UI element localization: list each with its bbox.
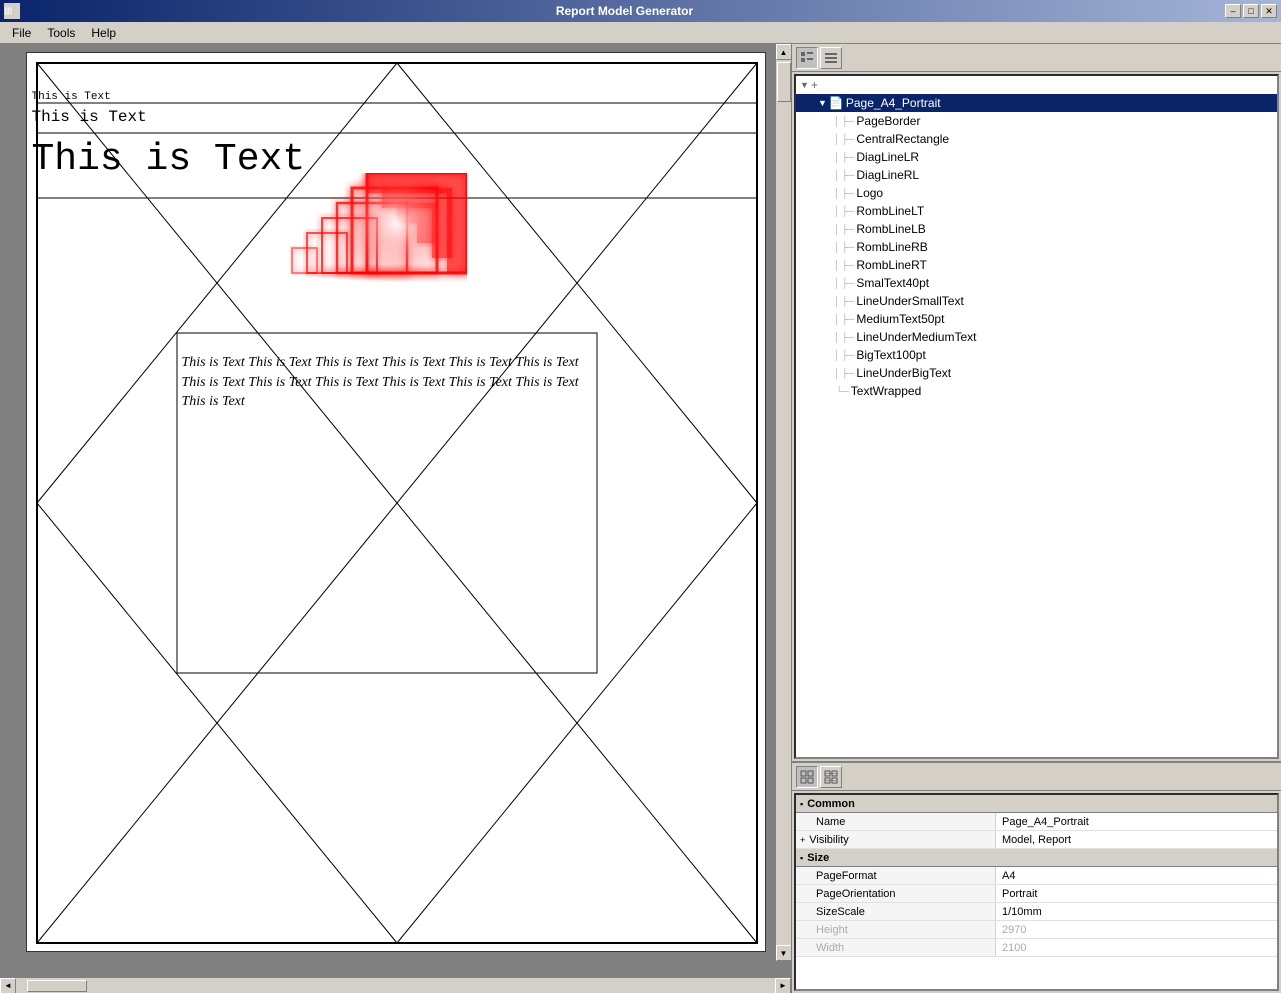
prop-sizescale-label: SizeScale bbox=[796, 903, 996, 920]
app-icon: ⊞ bbox=[4, 3, 20, 19]
prop-name-row: Name Page_A4_Portrait bbox=[796, 813, 1277, 831]
tree-item-romblinerb[interactable]: │ ├─ RombLineRB bbox=[796, 238, 1277, 256]
tree-item-smalltext[interactable]: │ ├─ SmalText40pt bbox=[796, 274, 1277, 292]
canvas-container: This is Text This is Text This is Text T… bbox=[0, 44, 791, 977]
prop-pageorientation-value: Portrait bbox=[996, 885, 1277, 902]
prop-height-value: 2970 bbox=[996, 921, 1277, 938]
prop-sizescale-value: 1/10mm bbox=[996, 903, 1277, 920]
scroll-right-button[interactable]: ► bbox=[775, 978, 791, 993]
main-layout: This is Text This is Text This is Text T… bbox=[0, 44, 1281, 993]
maximize-button[interactable]: □ bbox=[1243, 4, 1259, 18]
horizontal-scrollbar[interactable]: ◄ ► bbox=[0, 977, 791, 993]
menu-help[interactable]: Help bbox=[83, 24, 124, 42]
prop-height-row: Height 2970 bbox=[796, 921, 1277, 939]
prop-width-value: 2100 bbox=[996, 939, 1277, 956]
tree-item-bigtext[interactable]: │ ├─ BigText100pt bbox=[796, 346, 1277, 364]
tree-item-pageborder[interactable]: │ ├─ PageBorder bbox=[796, 112, 1277, 130]
canvas-scroll-area[interactable]: This is Text This is Text This is Text T… bbox=[0, 44, 791, 977]
tree-toolbar bbox=[792, 44, 1281, 72]
tree-item-textwrapped[interactable]: └─ TextWrapped bbox=[796, 382, 1277, 400]
tree-item-romblinelb[interactable]: │ ├─ RombLineLB bbox=[796, 220, 1277, 238]
prop-name-label: Name bbox=[796, 813, 996, 830]
tree-item-lineundermedium[interactable]: │ ├─ LineUnderMediumText bbox=[796, 328, 1277, 346]
props-list-button[interactable] bbox=[820, 766, 842, 788]
properties-toolbar bbox=[792, 763, 1281, 791]
props-section-size[interactable]: ▪ Size bbox=[796, 849, 1277, 867]
size-expand-icon: ▪ bbox=[800, 853, 803, 863]
prop-pageformat-value: A4 bbox=[996, 867, 1277, 884]
app-title: Report Model Generator bbox=[24, 4, 1225, 18]
tree-item-page-a4-portrait[interactable]: ▼ 📄 Page_A4_Portrait bbox=[796, 94, 1277, 112]
props-section-common[interactable]: ▪ Common bbox=[796, 795, 1277, 813]
prop-visibility-value: Model, Report bbox=[996, 831, 1277, 848]
list-view-button[interactable] bbox=[820, 47, 842, 69]
common-expand-icon: ▪ bbox=[800, 799, 803, 809]
tree-item-mediumtext[interactable]: │ ├─ MediumText50pt bbox=[796, 310, 1277, 328]
properties-content: ▪ Common Name Page_A4_Portrait + Visibil… bbox=[794, 793, 1279, 991]
scroll-down-button[interactable]: ▼ bbox=[776, 945, 792, 961]
vertical-scrollbar[interactable]: ▲ ▼ bbox=[775, 44, 791, 961]
close-button[interactable]: ✕ bbox=[1261, 4, 1277, 18]
menu-bar: File Tools Help bbox=[0, 22, 1281, 44]
prop-pageorientation-row: PageOrientation Portrait bbox=[796, 885, 1277, 903]
tree-panel: ▼ + ▼ 📄 Page_A4_Portrait │ ├─ PageBorder… bbox=[792, 44, 1281, 763]
visibility-expand-icon[interactable]: + bbox=[800, 835, 805, 845]
right-panel: ▼ + ▼ 📄 Page_A4_Portrait │ ├─ PageBorder… bbox=[791, 44, 1281, 993]
prop-visibility-row: + Visibility Model, Report bbox=[796, 831, 1277, 849]
tree-content[interactable]: ▼ + ▼ 📄 Page_A4_Portrait │ ├─ PageBorder… bbox=[794, 74, 1279, 759]
prop-sizescale-row: SizeScale 1/10mm bbox=[796, 903, 1277, 921]
big-text: This is Text bbox=[32, 138, 306, 181]
scroll-track-v[interactable] bbox=[776, 60, 791, 945]
page-canvas: This is Text This is Text This is Text T… bbox=[26, 52, 766, 952]
scroll-up-button[interactable]: ▲ bbox=[776, 44, 792, 60]
canvas-panel: This is Text This is Text This is Text T… bbox=[0, 44, 791, 993]
tree-root-expand[interactable]: ▼ + bbox=[796, 76, 1277, 94]
prop-pageorientation-label: PageOrientation bbox=[796, 885, 996, 902]
tree-item-romblinert[interactable]: │ ├─ RombLineRT bbox=[796, 256, 1277, 274]
menu-file[interactable]: File bbox=[4, 24, 39, 42]
scroll-left-button[interactable]: ◄ bbox=[0, 978, 16, 993]
tree-view-button[interactable] bbox=[796, 47, 818, 69]
medium-text: This is Text bbox=[32, 108, 147, 126]
tree-item-centralrectangle[interactable]: │ ├─ CentralRectangle bbox=[796, 130, 1277, 148]
tree-item-lineunderbig[interactable]: │ ├─ LineUnderBigText bbox=[796, 364, 1277, 382]
properties-panel: ▪ Common Name Page_A4_Portrait + Visibil… bbox=[792, 763, 1281, 993]
scroll-thumb-v[interactable] bbox=[777, 62, 791, 102]
tree-item-romblinelt[interactable]: │ ├─ RombLineLT bbox=[796, 202, 1277, 220]
tree-item-logo[interactable]: │ ├─ Logo bbox=[796, 184, 1277, 202]
tree-item-diaglinerl[interactable]: │ ├─ DiagLineRL bbox=[796, 166, 1277, 184]
prop-width-row: Width 2100 bbox=[796, 939, 1277, 957]
prop-pageformat-label: PageFormat bbox=[796, 867, 996, 884]
props-grid-button[interactable] bbox=[796, 766, 818, 788]
minimize-button[interactable]: – bbox=[1225, 4, 1241, 18]
window-controls: – □ ✕ bbox=[1225, 4, 1277, 18]
prop-pageformat-row: PageFormat A4 bbox=[796, 867, 1277, 885]
title-bar: ⊞ Report Model Generator – □ ✕ bbox=[0, 0, 1281, 22]
tree-item-diaglinelr[interactable]: │ ├─ DiagLineLR bbox=[796, 148, 1277, 166]
tree-item-lineundersmall[interactable]: │ ├─ LineUnderSmallText bbox=[796, 292, 1277, 310]
prop-width-label: Width bbox=[796, 939, 996, 956]
prop-height-label: Height bbox=[796, 921, 996, 938]
menu-tools[interactable]: Tools bbox=[39, 24, 83, 42]
wrapped-text: This is Text This is Text This is Text T… bbox=[182, 353, 592, 683]
small-text: This is Text bbox=[32, 91, 111, 103]
prop-name-value: Page_A4_Portrait bbox=[996, 813, 1277, 830]
prop-visibility-label: + Visibility bbox=[796, 831, 996, 848]
